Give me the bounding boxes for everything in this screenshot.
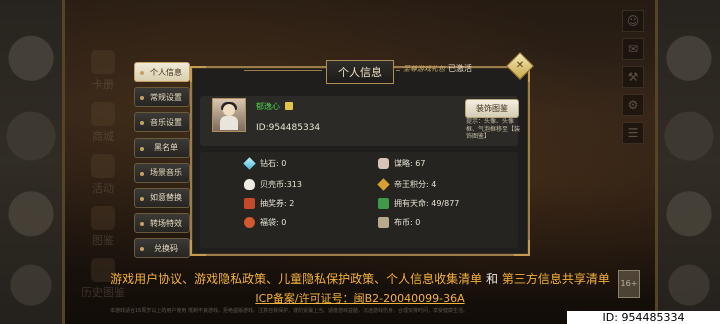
stat-emperor-points: 帝王积分: 4 <box>377 178 436 191</box>
vip-logo: 至尊游戏礼包 <box>403 64 445 73</box>
icp-license: ICP备案/许可证号：闽B2-20040099-36A <box>0 290 720 306</box>
link-third-party-sharing[interactable]: 第三方信息共享清单 <box>502 272 610 286</box>
stat-lottery: 抽奖券: 2 <box>244 198 294 209</box>
settings-tabs: 个人信息 常规设置 音乐设置 黑名单 场景音乐 如意替换 转场特效 兑换码 <box>134 62 190 264</box>
diamond-icon <box>243 157 256 170</box>
activated-text: 已激活 <box>448 64 472 73</box>
tab-blacklist[interactable]: 黑名单 <box>134 137 190 158</box>
bottom-id-label: ID: 954485334 <box>567 311 720 324</box>
tab-personal-info[interactable]: 个人信息 <box>134 62 190 82</box>
title-divider-right <box>396 70 400 71</box>
lucky-bag-icon <box>244 217 255 228</box>
stat-lucky-bag: 福袋: 0 <box>244 217 286 228</box>
stat-fate: 拥有天命: 49/877 <box>378 198 459 209</box>
stat-shell: 贝壳币:313 <box>244 179 302 190</box>
strategy-icon <box>378 158 389 169</box>
title-divider-left <box>244 70 322 71</box>
user-id: ID:954485334 <box>256 123 321 133</box>
tab-ruyi-replace[interactable]: 如意替换 <box>134 187 190 208</box>
link-child-privacy[interactable]: 儿童隐私保护政策、 <box>278 272 386 286</box>
tab-redeem-code[interactable]: 兑换码 <box>134 238 190 259</box>
cloth-coin-icon <box>378 217 389 228</box>
and-text: 和 <box>486 272 499 286</box>
fineprint: 本游戏适合16周岁以上的用户使用 抵制不良游戏，拒绝盗版游戏。注意自我保护，谨防… <box>110 308 468 314</box>
stat-diamond: 钻石: 0 <box>243 157 286 170</box>
tab-general-settings[interactable]: 常规设置 <box>134 87 190 108</box>
decoration-collection-button[interactable]: 装饰图鉴 <box>465 99 519 118</box>
tab-transition-effects[interactable]: 转场特效 <box>134 213 190 234</box>
edit-icon[interactable] <box>285 102 293 110</box>
shell-icon <box>244 179 255 190</box>
age-rating-badge: 16+ <box>618 270 640 298</box>
stat-cloth-coin: 布币: 0 <box>378 217 420 228</box>
hint-text: 提示：头像、头像框、气泡框移至【装饰图鉴】 <box>466 118 521 140</box>
activated-badge: 至尊游戏礼包 已激活 <box>403 63 472 74</box>
link-privacy-policy[interactable]: 游戏隐私政策、 <box>194 272 278 286</box>
stat-strategy: 谋略: 67 <box>378 158 425 169</box>
tab-scene-music[interactable]: 场景音乐 <box>134 162 190 183</box>
icp-link[interactable]: ICP备案/许可证号：闽B2-20040099-36A <box>255 292 464 305</box>
panel-title: 个人信息 <box>326 60 394 84</box>
tab-music-settings[interactable]: 音乐设置 <box>134 112 190 133</box>
fate-icon <box>378 198 389 209</box>
legal-links: 游戏用户协议、游戏隐私政策、儿童隐私保护政策、个人信息收集清单 和 第三方信息共… <box>0 270 720 287</box>
link-user-agreement[interactable]: 游戏用户协议、 <box>110 272 194 286</box>
emperor-icon <box>377 178 390 191</box>
close-icon: ✕ <box>515 60 525 71</box>
avatar[interactable] <box>212 98 246 132</box>
link-info-collection[interactable]: 个人信息收集清单 <box>386 272 482 286</box>
nickname: 郁逸心 <box>256 102 280 111</box>
ticket-icon <box>244 198 255 209</box>
